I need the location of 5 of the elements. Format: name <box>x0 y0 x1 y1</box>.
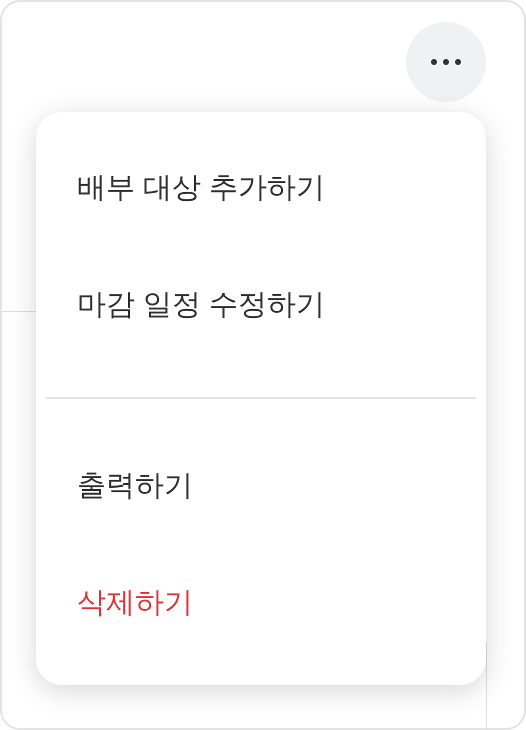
menu-item[interactable]: 출력하기 <box>36 428 486 545</box>
menu-item[interactable]: 마감 일정 수정하기 <box>36 247 486 364</box>
menu-item[interactable]: 배부 대상 추가하기 <box>36 130 486 247</box>
menu-item[interactable]: 삭제하기 <box>36 545 486 662</box>
more-icon <box>431 59 461 65</box>
